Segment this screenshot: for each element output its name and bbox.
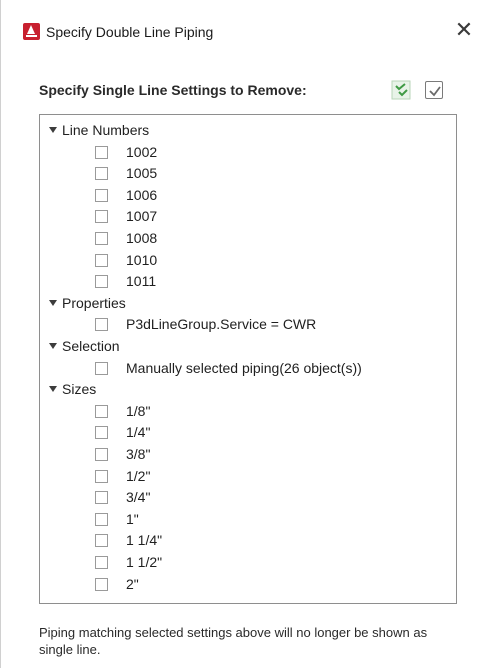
- tree-item-label: 1 1/4": [126, 532, 163, 549]
- tree-item-label: 3/4": [126, 489, 151, 506]
- dialog-title: Specify Double Line Piping: [46, 24, 214, 40]
- collapse-caret-icon[interactable]: [49, 343, 57, 349]
- dialog-window: Specify Double Line Piping ✕ Specify Sin…: [0, 0, 478, 668]
- tree-item-label: P3dLineGroup.Service = CWR: [126, 316, 317, 333]
- item-checkbox[interactable]: [95, 167, 108, 181]
- item-checkbox[interactable]: [95, 448, 108, 461]
- item-checkbox[interactable]: [95, 253, 108, 267]
- tree-item-row[interactable]: 1 1/2": [40, 552, 456, 573]
- item-checkbox[interactable]: [95, 556, 108, 569]
- tree-item-label: Manually selected piping(26 object(s)): [126, 359, 362, 376]
- item-checkbox[interactable]: [95, 361, 108, 375]
- autocad-app-icon: [23, 23, 40, 40]
- item-checkbox[interactable]: [95, 232, 108, 245]
- tree-item-label: 1002: [126, 143, 158, 160]
- item-checkbox[interactable]: [95, 577, 108, 591]
- tree-item-label: 1008: [126, 230, 158, 246]
- tree-group-label: Line Numbers: [62, 122, 150, 138]
- tree-item-row[interactable]: 2": [40, 574, 456, 595]
- check-all-icon: [429, 86, 441, 97]
- tree-item-row[interactable]: 1010: [40, 250, 456, 271]
- collapse-caret-icon[interactable]: [49, 299, 57, 306]
- tree-item-row[interactable]: 1011: [40, 271, 456, 292]
- tree-item-row[interactable]: 1005: [40, 163, 456, 184]
- tree-group-row[interactable]: Line Numbers: [40, 120, 456, 141]
- item-checkbox[interactable]: [95, 404, 108, 418]
- select-all-icon: [391, 80, 411, 100]
- tree-item-label: 1 1/2": [126, 554, 163, 570]
- tree-group-label: Selection: [62, 338, 120, 354]
- tree-item-label: 1007: [126, 208, 158, 225]
- tree-item-row[interactable]: 3/8": [40, 444, 456, 465]
- select-all-button[interactable]: [391, 80, 411, 100]
- item-checkbox[interactable]: [95, 512, 108, 526]
- tree-group-label: Sizes: [62, 381, 97, 398]
- tree-item-row[interactable]: 1006: [40, 185, 456, 206]
- tree-item-row[interactable]: 1": [40, 509, 456, 530]
- item-checkbox[interactable]: [95, 426, 108, 440]
- close-button[interactable]: ✕: [449, 16, 478, 46]
- tree-item-label: 3/8": [126, 446, 151, 462]
- item-checkbox[interactable]: [95, 469, 108, 483]
- settings-tree[interactable]: Line Numbers 1002 1005 1006 1007 1008 1010 1011…: [39, 114, 457, 604]
- item-checkbox[interactable]: [95, 534, 108, 548]
- item-checkbox[interactable]: [95, 210, 108, 224]
- item-checkbox[interactable]: [95, 145, 108, 159]
- tree-group-label: Properties: [62, 294, 126, 311]
- item-checkbox[interactable]: [95, 318, 108, 332]
- tree-item-label: 1/2": [126, 467, 151, 484]
- tree-item-row[interactable]: 1/4": [40, 422, 456, 443]
- tree-item-row[interactable]: 1007: [40, 206, 456, 227]
- tree-item-label: 1005: [126, 165, 158, 182]
- item-checkbox[interactable]: [95, 275, 108, 289]
- tree-item-row[interactable]: 1/8": [40, 401, 456, 422]
- tree-item-label: 1011: [126, 273, 157, 290]
- tree-item-label: 1/8": [126, 402, 151, 419]
- tree-item-label: 2": [126, 575, 139, 592]
- item-checkbox[interactable]: [95, 188, 108, 202]
- tree-item-label: 1010: [126, 251, 158, 268]
- check-all-button[interactable]: [425, 81, 443, 99]
- tree-item-row[interactable]: 1002: [40, 142, 456, 163]
- tree-group-row[interactable]: Properties: [40, 293, 456, 314]
- footer-note: Piping matching selected settings above …: [39, 625, 428, 657]
- tree-item-label: 1": [126, 510, 139, 527]
- section-label: Specify Single Line Settings to Remove:: [39, 82, 307, 98]
- tree-group-row[interactable]: Selection: [40, 336, 456, 357]
- title-bar: Specify Double Line Piping ✕: [1, 0, 478, 62]
- tree-group-row[interactable]: Sizes: [40, 379, 456, 400]
- tree-item-row[interactable]: 1 1/4": [40, 530, 456, 551]
- collapse-caret-icon[interactable]: [49, 127, 57, 133]
- tree-item-row[interactable]: P3dLineGroup.Service = CWR: [40, 314, 456, 335]
- tree-item-row[interactable]: 1/2": [40, 466, 456, 487]
- tree-item-row[interactable]: Manually selected piping(26 object(s)): [40, 358, 456, 379]
- tree-item-label: 1006: [126, 186, 158, 203]
- tree-item-row[interactable]: 1008: [40, 228, 456, 249]
- collapse-caret-icon[interactable]: [49, 386, 57, 393]
- tree-item-row[interactable]: 3/4": [40, 487, 456, 508]
- tree-item-label: 1/4": [126, 424, 151, 441]
- item-checkbox[interactable]: [95, 491, 108, 505]
